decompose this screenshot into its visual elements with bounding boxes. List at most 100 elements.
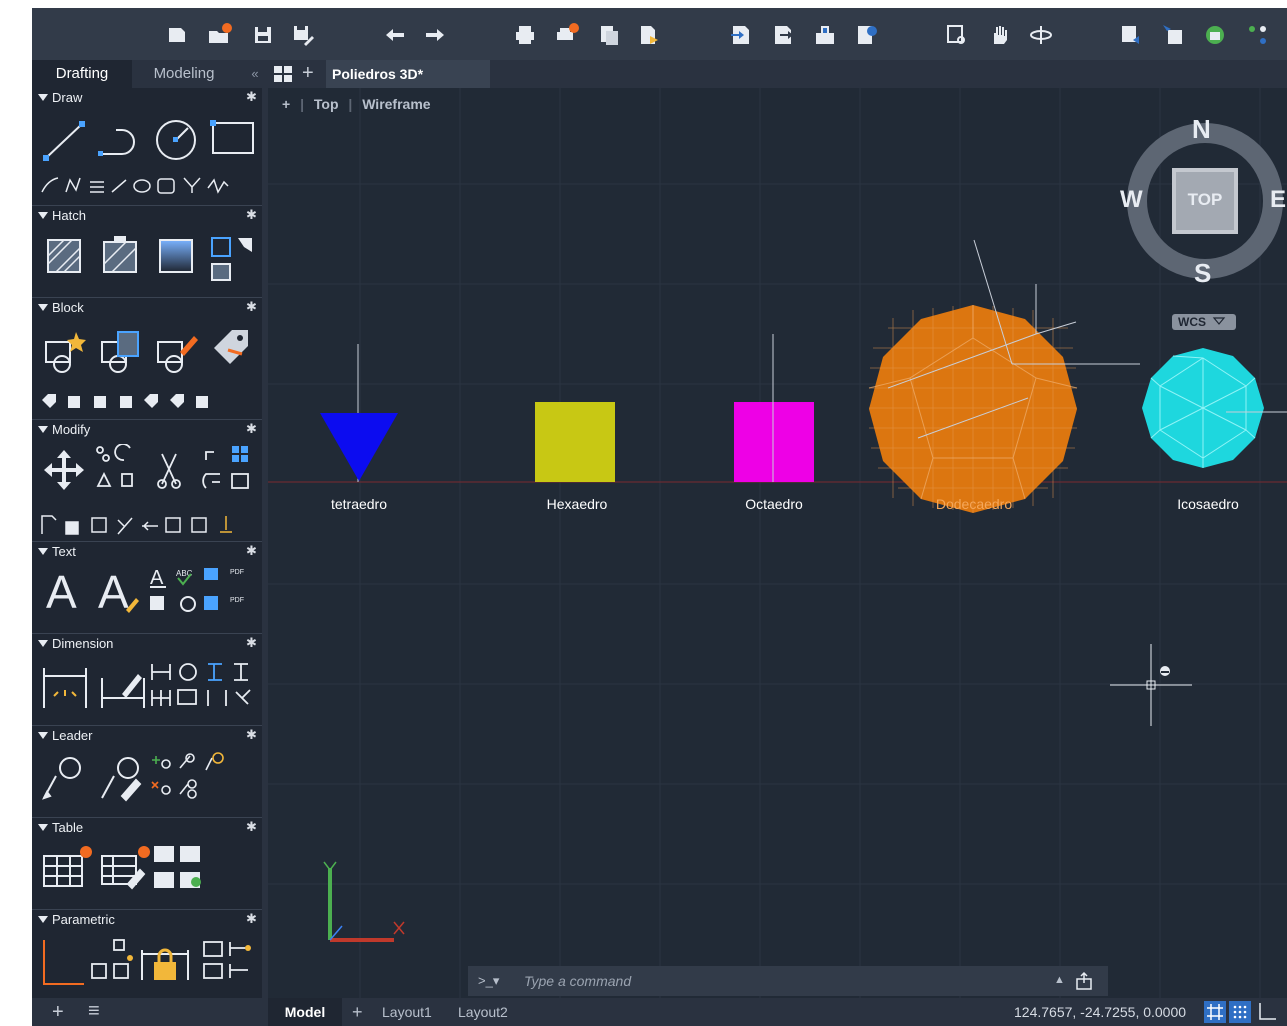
rectangle-tool-icon[interactable]: [210, 120, 260, 160]
boundary-icon[interactable]: [208, 234, 258, 284]
customize-icon[interactable]: [1074, 971, 1094, 996]
multileader-icon[interactable]: [40, 754, 90, 804]
save-icon[interactable]: [250, 22, 276, 48]
sheet-set-icon[interactable]: [1118, 22, 1144, 48]
table-tool-icon[interactable]: [40, 844, 94, 890]
section-header-modify[interactable]: Modify ✱: [32, 420, 262, 440]
line-tool-icon[interactable]: [42, 118, 86, 164]
section-header-hatch[interactable]: Hatch ✱: [32, 206, 262, 226]
section-header-draw[interactable]: Draw ✱: [32, 88, 262, 108]
gear-icon[interactable]: ✱: [246, 544, 260, 558]
section-header-block[interactable]: Block ✱: [32, 298, 262, 318]
gradient-tool-icon[interactable]: [154, 234, 200, 280]
edit-block-icon[interactable]: [154, 328, 204, 378]
tetraedro-shape[interactable]: [320, 413, 398, 481]
polyline-tool-icon[interactable]: [98, 124, 144, 160]
batch-plot-icon[interactable]: [554, 22, 580, 48]
insert-block-icon[interactable]: [98, 328, 148, 378]
tab-drafting[interactable]: Drafting: [32, 60, 132, 88]
text-small-tools-icon[interactable]: A ABC PDF PDF: [150, 566, 260, 616]
viewcube-east[interactable]: E: [1270, 186, 1286, 214]
open-file-icon[interactable]: [206, 22, 232, 48]
new-tab-button[interactable]: +: [302, 62, 314, 85]
multileader-edit-icon[interactable]: [98, 754, 148, 804]
orbit-icon[interactable]: [1028, 22, 1054, 48]
section-header-leader[interactable]: Leader ✱: [32, 726, 262, 746]
coordinates-readout[interactable]: 124.7657, -24.7255, 0.0000: [1014, 998, 1186, 1026]
hexaedro-shape[interactable]: [535, 402, 615, 482]
auto-constrain-icon[interactable]: [90, 938, 134, 982]
create-block-icon[interactable]: [42, 328, 92, 378]
dimension-tool-icon[interactable]: [40, 664, 90, 710]
gear-icon[interactable]: ✱: [246, 912, 260, 926]
grid-icon[interactable]: [274, 66, 292, 82]
move-tool-icon[interactable]: [42, 448, 88, 494]
ortho-toggle-icon[interactable]: [1256, 1001, 1278, 1023]
gear-icon[interactable]: ✱: [246, 422, 260, 436]
plot-icon[interactable]: [512, 22, 538, 48]
command-input[interactable]: [524, 971, 1004, 991]
grid-toggle-button[interactable]: [1204, 1001, 1226, 1023]
command-prompt-icon[interactable]: >_▾: [478, 973, 499, 989]
redo-icon[interactable]: [422, 22, 448, 48]
layer-properties-icon[interactable]: [1160, 22, 1186, 48]
viewport-controls[interactable]: + | Top | Wireframe: [282, 96, 437, 112]
dimension-small-tools-icon[interactable]: [150, 658, 256, 710]
drawing-canvas[interactable]: + | Top | Wireframe tetraedro Hexaedro O…: [268, 88, 1287, 998]
save-to-web-icon[interactable]: [854, 22, 880, 48]
octaedro-shape[interactable]: [734, 402, 814, 482]
gear-icon[interactable]: ✱: [246, 90, 260, 104]
gear-icon[interactable]: ✱: [246, 636, 260, 650]
modify-grid-tools-icon[interactable]: [92, 444, 262, 494]
leader-small-tools-icon[interactable]: [150, 750, 230, 800]
document-tab-active[interactable]: Poliedros 3D*: [326, 60, 490, 88]
tab-modeling[interactable]: Modeling: [132, 60, 236, 88]
import-icon[interactable]: [728, 22, 754, 48]
viewport-menu-button[interactable]: +: [282, 96, 290, 112]
gear-icon[interactable]: ✱: [246, 300, 260, 314]
viewcube-west[interactable]: W: [1120, 186, 1143, 214]
circle-tool-icon[interactable]: [154, 118, 200, 164]
save-as-icon[interactable]: [290, 22, 316, 48]
modify-small-tools-icon[interactable]: [40, 514, 256, 536]
dimensional-constraint-icon[interactable]: [202, 938, 256, 982]
view-control[interactable]: Top: [314, 96, 339, 112]
section-header-text[interactable]: Text ✱: [32, 542, 262, 562]
section-header-table[interactable]: Table ✱: [32, 818, 262, 838]
section-header-parametric[interactable]: Parametric ✱: [32, 910, 262, 930]
palette-menu-button[interactable]: ≡: [88, 1000, 100, 1023]
snap-toggle-button[interactable]: [1229, 1001, 1251, 1023]
hatch-tool-icon[interactable]: [42, 234, 88, 280]
publish-icon[interactable]: [596, 22, 622, 48]
section-header-dimension[interactable]: Dimension ✱: [32, 634, 262, 654]
undo-icon[interactable]: [382, 22, 408, 48]
geometric-constraint-icon[interactable]: [38, 936, 88, 992]
table-style-icon[interactable]: [98, 844, 152, 890]
table-small-tools-icon[interactable]: [152, 842, 208, 892]
tab-model[interactable]: Model: [268, 998, 342, 1026]
model-space[interactable]: [268, 88, 1287, 998]
etransmit-icon[interactable]: [636, 22, 662, 48]
icosaedro-shape[interactable]: [1142, 348, 1287, 468]
draw-small-tools-icon[interactable]: [40, 174, 258, 198]
multiline-text-icon[interactable]: A: [44, 566, 84, 616]
add-palette-button[interactable]: +: [52, 1001, 64, 1024]
tab-layout2[interactable]: Layout2: [458, 998, 508, 1026]
zoom-window-icon[interactable]: [944, 22, 970, 48]
properties-icon[interactable]: [1244, 22, 1270, 48]
new-file-icon[interactable]: [164, 22, 190, 48]
block-attribute-icon[interactable]: [208, 324, 258, 374]
dimension-edit-icon[interactable]: [98, 664, 148, 710]
constraint-lock-icon[interactable]: [140, 940, 190, 984]
add-layout-button[interactable]: +: [352, 998, 363, 1026]
viewcube-face-top[interactable]: TOP: [1172, 190, 1238, 210]
gear-icon[interactable]: ✱: [246, 728, 260, 742]
single-line-text-icon[interactable]: A: [96, 566, 142, 616]
tab-layout1[interactable]: Layout1: [382, 998, 432, 1026]
gear-icon[interactable]: ✱: [246, 208, 260, 222]
visual-style-control[interactable]: Wireframe: [362, 96, 430, 112]
command-history-button[interactable]: ▲: [1054, 974, 1065, 986]
gear-icon[interactable]: ✱: [246, 820, 260, 834]
share-icon[interactable]: [812, 22, 838, 48]
export-icon[interactable]: [770, 22, 796, 48]
